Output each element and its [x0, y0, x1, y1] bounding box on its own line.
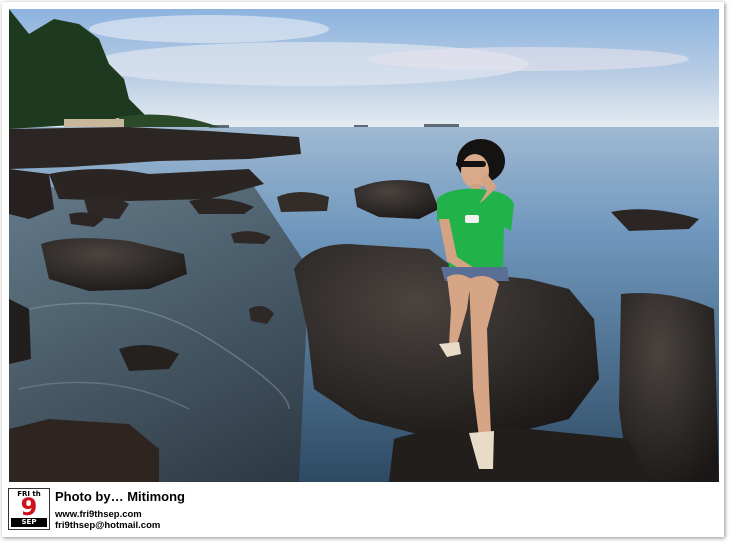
distant-island [424, 124, 459, 127]
fri9thsep-logo: FRI th 9 SEP [8, 488, 50, 530]
photo-frame: FRI th 9 SEP Photo by… Mitimong www.fri9… [2, 2, 724, 537]
rock [9, 169, 54, 219]
photo-scene [9, 9, 719, 482]
sand [64, 119, 124, 127]
email-link[interactable]: fri9thsep@hotmail.com [55, 520, 160, 531]
wristwatch [465, 215, 479, 223]
photo-credit: Photo by… Mitimong [55, 489, 185, 504]
beach-photo [9, 9, 719, 482]
logo-bottom-text: SEP [11, 518, 47, 527]
distant-island [354, 125, 368, 127]
sunglasses [456, 161, 486, 167]
rock [9, 299, 31, 364]
rock [277, 192, 329, 212]
logo-number: 9 [20, 493, 38, 521]
photo-footer: FRI th 9 SEP Photo by… Mitimong www.fri9… [2, 484, 724, 534]
website-link[interactable]: www.fri9thsep.com [55, 509, 142, 520]
cloud [369, 47, 689, 71]
cloud [89, 15, 329, 43]
